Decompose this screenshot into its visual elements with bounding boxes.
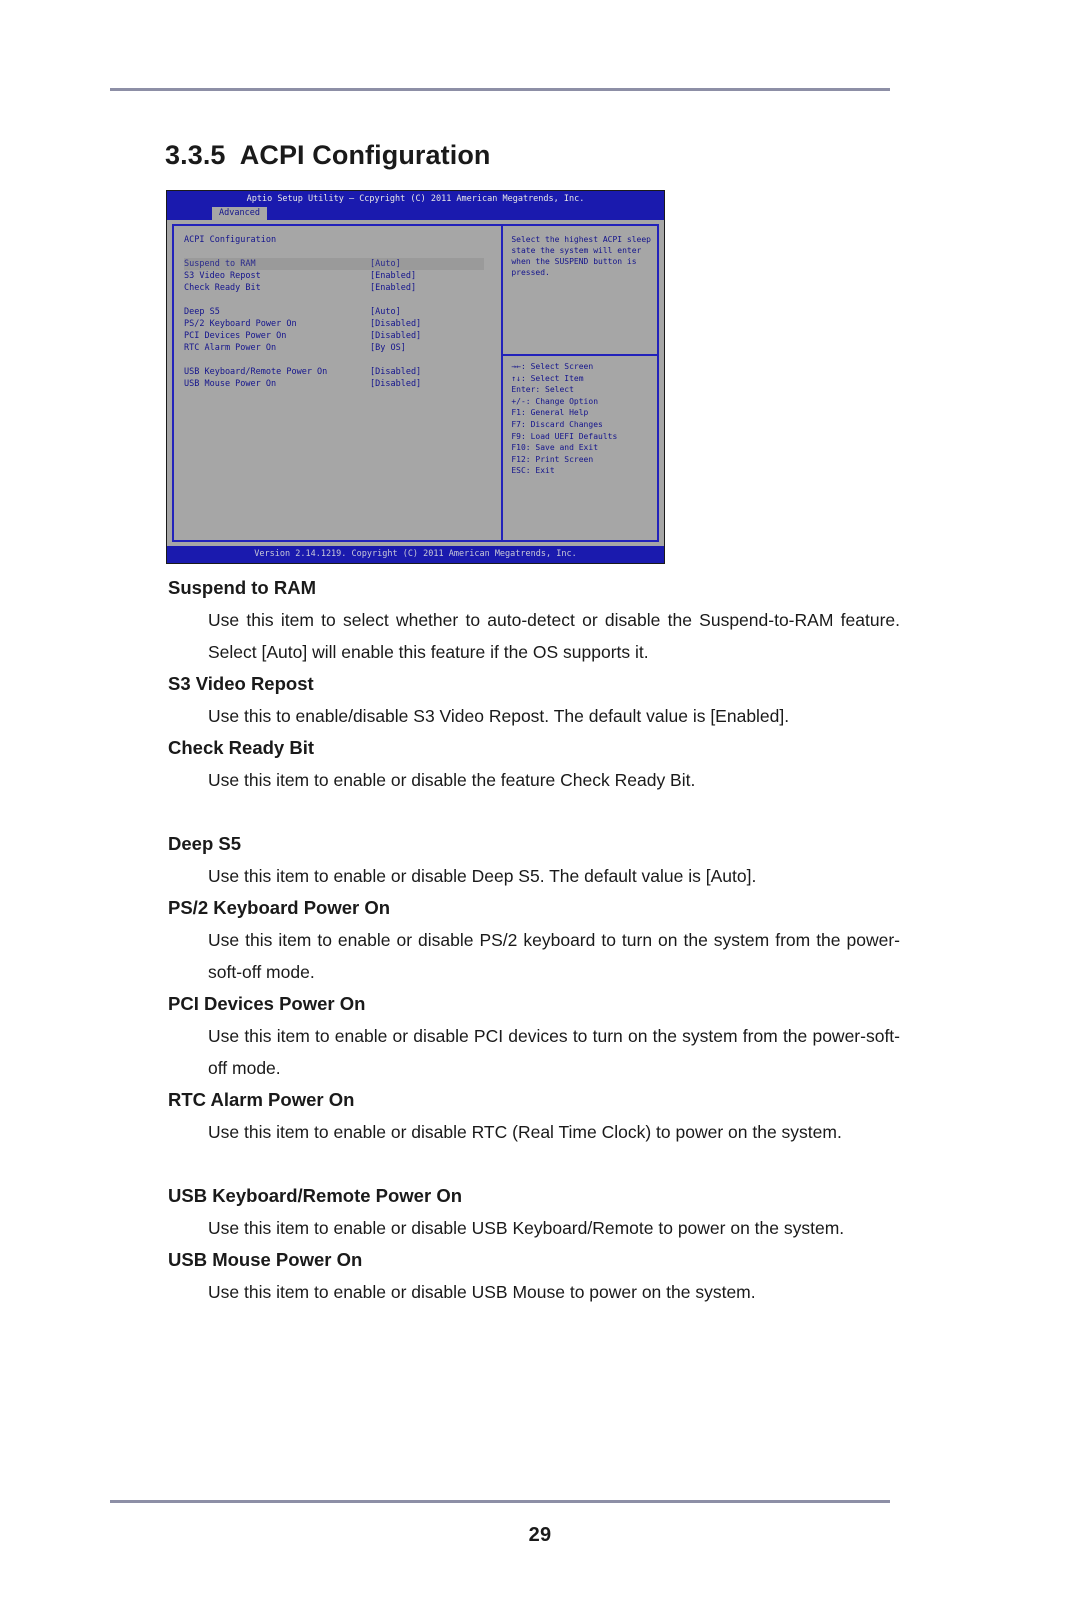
- bios-help-panel: Select the highest ACPI sleep state the s…: [503, 226, 657, 540]
- bios-title-bar: Aptio Setup Utility – Ccpyright (C) 2011…: [167, 191, 664, 207]
- footer-rule: [110, 1500, 890, 1503]
- bios-setting-label: PS/2 Keyboard Power On: [184, 319, 297, 329]
- manual-page: 3.3.5 ACPI Configuration Aptio Setup Uti…: [0, 0, 1080, 1619]
- bios-key-legend: →←: Select Screen ↑↓: Select Item Enter: S…: [511, 361, 653, 477]
- legend-line: →←: Select Screen: [511, 362, 594, 371]
- bios-setting-row[interactable]: PCI Devices Power On [Disabled]: [184, 330, 501, 342]
- bios-setting-label: Deep S5: [184, 307, 220, 317]
- legend-line: F9: Load UEFI Defaults: [511, 431, 618, 441]
- setting-term: USB Keyboard/Remote Power On: [168, 1185, 463, 1206]
- setting-term: Suspend to RAM: [168, 577, 316, 598]
- setting-description: Use this item to enable or disable the f…: [208, 770, 696, 790]
- bios-setting-row[interactable]: USB Mouse Power On [Disabled]: [184, 378, 501, 390]
- setting-term: PCI Devices Power On: [168, 993, 366, 1014]
- bios-row-spacer: [184, 294, 501, 306]
- bios-settings-list: Suspend to RAM [Auto] S3 Video Repost [Enab…: [184, 258, 501, 390]
- bios-body: ACPI Configuration Suspend to RAM [Auto] S…: [167, 220, 664, 546]
- bios-setting-value[interactable]: [Disabled]: [370, 378, 421, 390]
- setting-description: Use this item to select whether to auto-…: [208, 610, 900, 662]
- setting-description: Use this item to enable or disable RTC (…: [208, 1122, 842, 1142]
- description-list: Suspend to RAM Use this item to select wh…: [168, 572, 900, 1308]
- bios-setting-value[interactable]: [Auto]: [370, 258, 401, 270]
- bios-setting-label: USB Mouse Power On: [184, 379, 277, 389]
- bios-setting-value[interactable]: [Disabled]: [370, 366, 421, 378]
- legend-line: F10: Save and Exit: [511, 443, 599, 453]
- bios-panels: ACPI Configuration Suspend to RAM [Auto] S…: [172, 224, 659, 542]
- legend-line: ↑↓: Select Item: [511, 373, 584, 383]
- setting-description: Use this item to enable or disable USB M…: [208, 1282, 756, 1302]
- bios-setting-label: Check Ready Bit: [184, 283, 261, 293]
- bios-setting-row[interactable]: PS/2 Keyboard Power On [Disabled]: [184, 318, 501, 330]
- bios-setting-row[interactable]: RTC Alarm Power On [By OS]: [184, 342, 501, 354]
- bios-setting-label: USB Keyboard/Remote Power On: [184, 367, 328, 377]
- help-line: state the system will enter: [511, 246, 642, 255]
- bios-setting-label: RTC Alarm Power On: [184, 343, 277, 353]
- setting-term: Deep S5: [168, 833, 242, 854]
- bios-setting-value[interactable]: [By OS]: [370, 342, 406, 354]
- setting-term: PS/2 Keyboard Power On: [168, 897, 391, 918]
- legend-line: ESC: Exit: [511, 466, 555, 476]
- setting-term: RTC Alarm Power On: [168, 1089, 355, 1110]
- bios-setting-value[interactable]: [Enabled]: [370, 270, 416, 282]
- help-line: pressed.: [511, 268, 550, 277]
- bios-panel-title: ACPI Configuration: [184, 235, 277, 245]
- tab-advanced[interactable]: Advanced: [212, 207, 267, 220]
- setting-term: S3 Video Repost: [168, 673, 314, 694]
- setting-term: Check Ready Bit: [168, 737, 314, 758]
- page-number: 29: [528, 1524, 552, 1546]
- bios-screenshot: Aptio Setup Utility – Ccpyright (C) 2011…: [166, 190, 665, 564]
- legend-line: F7: Discard Changes: [511, 419, 603, 429]
- header-rule: [110, 88, 890, 91]
- bios-setting-row[interactable]: USB Keyboard/Remote Power On [Disabled]: [184, 366, 501, 378]
- setting-description: Use this item to enable or disable PS/2 …: [208, 930, 900, 982]
- bios-setting-label: S3 Video Repost: [184, 271, 261, 281]
- bios-setting-row[interactable]: S3 Video Repost [Enabled]: [184, 270, 501, 282]
- page-title: 3.3.5 ACPI Configuration: [165, 140, 491, 170]
- setting-term: USB Mouse Power On: [168, 1249, 363, 1270]
- legend-line: F1: General Help: [511, 408, 589, 418]
- setting-description: Use this item to enable or disable PCI d…: [208, 1026, 900, 1078]
- setting-description: Use this to enable/disable S3 Video Repo…: [208, 706, 790, 726]
- bios-row-spacer: [184, 354, 501, 366]
- bios-setting-value[interactable]: [Enabled]: [370, 282, 416, 294]
- bios-tab-bar: Advanced: [167, 207, 664, 220]
- bios-settings-panel: ACPI Configuration Suspend to RAM [Auto] S…: [174, 226, 504, 540]
- bios-setting-value[interactable]: [Auto]: [370, 306, 401, 318]
- help-divider: [503, 354, 657, 356]
- help-line: when the SUSPEND button is: [511, 257, 637, 266]
- legend-line: +/-: Change Option: [511, 396, 599, 406]
- setting-description: Use this item to enable or disable Deep …: [208, 866, 757, 886]
- bios-help-text: Select the highest ACPI sleep state the s…: [511, 234, 651, 278]
- bios-setting-value[interactable]: [Disabled]: [370, 318, 421, 330]
- bios-setting-value[interactable]: [Disabled]: [370, 330, 421, 342]
- setting-description: Use this item to enable or disable USB K…: [208, 1218, 845, 1238]
- bios-setting-label: PCI Devices Power On: [184, 331, 287, 341]
- help-line: Select the highest ACPI sleep: [511, 235, 651, 244]
- legend-line: F12: Print Screen: [511, 454, 594, 464]
- bios-version-bar: Version 2.14.1219. Copyright (C) 2011 Am…: [167, 546, 664, 563]
- legend-line: Enter: Select: [511, 385, 574, 395]
- bios-setting-row[interactable]: Check Ready Bit [Enabled]: [184, 282, 501, 294]
- bios-setting-label: Suspend to RAM: [184, 259, 256, 269]
- bios-setting-row[interactable]: Suspend to RAM [Auto]: [184, 258, 484, 270]
- bios-setting-row[interactable]: Deep S5 [Auto]: [184, 306, 501, 318]
